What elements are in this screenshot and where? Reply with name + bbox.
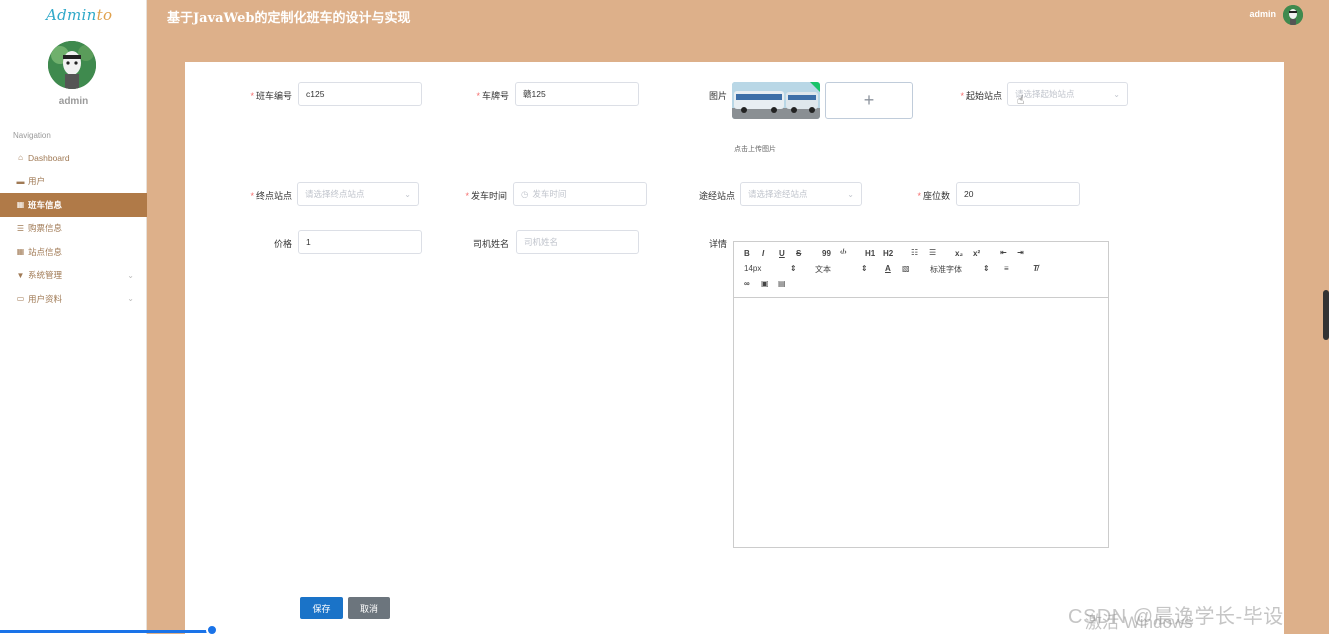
font-family-select[interactable]: 标准字体 (930, 264, 962, 275)
card-icon: ▭ (16, 294, 25, 304)
bullet-list-icon[interactable]: ☰ (929, 248, 936, 257)
bold-button[interactable]: B (744, 249, 750, 258)
ordered-list-icon[interactable]: ☷ (911, 248, 918, 257)
strike-button[interactable]: S (796, 249, 801, 258)
image-icon[interactable]: ▣ (761, 279, 769, 288)
chevron-down-icon: ⌄ (1113, 90, 1120, 99)
sidebar-item-users[interactable]: ▬ 用户 (0, 170, 147, 194)
indent-icon[interactable]: ⇥ (1017, 248, 1024, 257)
user-avatar[interactable] (48, 41, 96, 89)
sidebar-item-bus-info[interactable]: ▦ 班车信息 (0, 193, 147, 217)
header-avatar[interactable] (1283, 5, 1303, 25)
progress-handle[interactable] (206, 624, 218, 634)
end-station-label: * 终点站点 (250, 191, 292, 201)
editor-toolbar: B I U S 99 ‹/› H1 H2 ☷ ☰ x₂ x² ⇤ ⇥ 14px … (734, 242, 1108, 298)
clock-icon: ◷ (521, 188, 529, 199)
app-logo[interactable]: Adminto (46, 6, 112, 24)
plate-label: * 车牌号 (476, 91, 509, 101)
driver-input[interactable]: 司机姓名 (516, 230, 639, 254)
chevron-down-icon: ⌄ (127, 270, 134, 280)
sidebar-item-dashboard[interactable]: ⌂ Dashboard (0, 146, 147, 170)
bottom-progress-bar (0, 630, 212, 633)
chevron-down-icon: ⌄ (847, 190, 854, 199)
seats-label: * 座位数 (917, 191, 950, 201)
user-icon: ▬ (16, 176, 25, 186)
sidebar-item-system[interactable]: ▼ 系统管理 ⌄ (0, 264, 147, 288)
depart-time-picker[interactable]: ◷ 发车时间 (513, 182, 647, 206)
save-button[interactable]: 保存 (300, 597, 343, 619)
chevron-updown-icon: ⇕ (983, 264, 990, 273)
chevron-updown-icon: ⇕ (861, 264, 868, 273)
sidebar-item-station-info[interactable]: ▦ 站点信息 (0, 240, 147, 264)
underline-button[interactable]: U (779, 249, 785, 258)
header-username[interactable]: admin (1249, 9, 1276, 19)
sidebar-item-profile[interactable]: ▭ 用户资料 ⌄ (0, 287, 147, 311)
bus-no-label: * 班车编号 (250, 91, 292, 101)
image-label: 图片 (708, 91, 727, 101)
upload-tip: 点击上传图片 (734, 146, 776, 153)
via-station-select[interactable]: 请选择途经站点 ⌄ (740, 182, 862, 206)
start-station-select[interactable]: 请选择起始站点 ⌄ (1007, 82, 1128, 106)
depart-time-label: * 发车时间 (465, 191, 507, 201)
code-button[interactable]: ‹/› (840, 249, 847, 256)
quote-button[interactable]: 99 (822, 249, 831, 258)
text-style-select[interactable]: 文本 (815, 264, 831, 275)
outdent-icon[interactable]: ⇤ (1000, 248, 1007, 257)
start-station-label: * 起始站点 (960, 91, 1002, 101)
driver-label: 司机姓名 (472, 239, 509, 249)
via-station-label: 途经站点 (698, 191, 735, 201)
price-input[interactable]: 1 (298, 230, 422, 254)
top-header: 基于JavaWeb的定制化班车的设计与实现 admin (147, 0, 1329, 32)
page-scrollbar[interactable] (1323, 290, 1329, 340)
rich-text-editor: B I U S 99 ‹/› H1 H2 ☷ ☰ x₂ x² ⇤ ⇥ 14px … (733, 241, 1109, 548)
editor-content[interactable] (734, 298, 1108, 548)
upload-add-button[interactable]: + (825, 82, 913, 119)
bus-no-input[interactable]: c125 (298, 82, 422, 106)
uploaded-bus-image[interactable] (732, 82, 820, 119)
superscript-button[interactable]: x² (973, 249, 980, 258)
sidebar: Adminto admin Navigation ⌂ Dashboard ▬ 用户 … (0, 0, 147, 634)
cancel-button[interactable]: 取消 (348, 597, 390, 619)
background-color-icon[interactable]: ▧ (902, 264, 910, 273)
font-color-icon[interactable]: A (885, 264, 891, 273)
sidebar-item-ticket-info[interactable]: ☰ 购票信息 (0, 217, 147, 241)
home-icon: ⌂ (18, 153, 23, 163)
hand-cursor-icon: ☝ (1017, 93, 1025, 107)
page-title: 基于JavaWeb的定制化班车的设计与实现 (167, 11, 411, 26)
csdn-watermark: CSDN @晨逸学长-毕设 (1068, 606, 1284, 628)
plate-input[interactable]: 赣125 (515, 82, 639, 106)
seats-input[interactable]: 20 (956, 182, 1080, 206)
end-station-select[interactable]: 请选择终点站点 ⌄ (297, 182, 419, 206)
nav-section-label: Navigation (13, 131, 51, 140)
detail-label: 详情 (708, 239, 727, 249)
link-icon[interactable]: ∞ (744, 279, 750, 288)
align-icon[interactable]: ≡ (1004, 264, 1009, 273)
h2-button[interactable]: H2 (883, 249, 893, 258)
video-icon[interactable]: ▤ (778, 279, 786, 288)
price-label: 价格 (273, 239, 292, 249)
grid-icon: ▦ (16, 247, 25, 257)
cup-icon: ▼ (16, 270, 25, 280)
chevron-updown-icon: ⇕ (790, 264, 797, 273)
font-size-select[interactable]: 14px (744, 264, 761, 273)
chevron-down-icon: ⌄ (404, 190, 411, 199)
list-icon: ☰ (16, 223, 25, 233)
clear-format-icon[interactable]: T̸ (1033, 264, 1038, 273)
h1-button[interactable]: H1 (865, 249, 875, 258)
grid-icon: ▦ (16, 200, 25, 210)
chevron-down-icon: ⌄ (127, 294, 134, 304)
sidebar-menu: ⌂ Dashboard ▬ 用户 ▦ 班车信息 ☰ 购票信息 ▦ 站点信息 ▼ 系统管理 ⌄ … (0, 146, 147, 311)
subscript-button[interactable]: x₂ (955, 249, 963, 258)
italic-button[interactable]: I (762, 249, 764, 258)
sidebar-username: admin (58, 96, 89, 107)
